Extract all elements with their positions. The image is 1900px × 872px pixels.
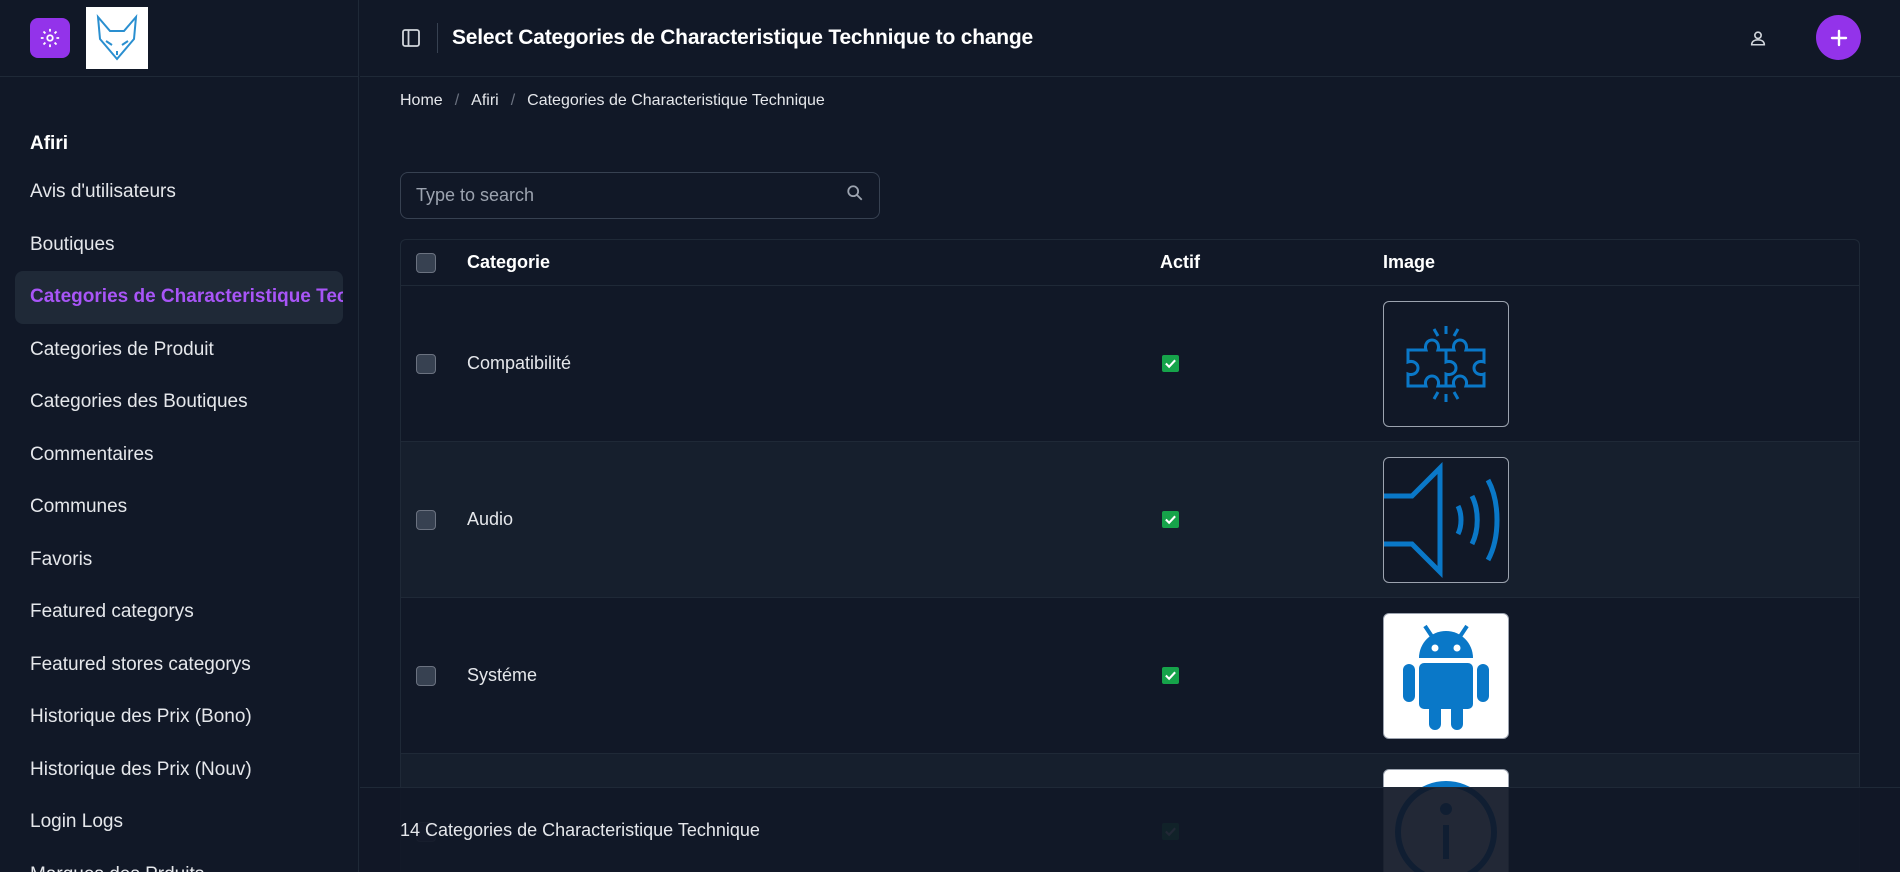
sidebar-item-categories-produit[interactable]: Categories de Produit	[15, 324, 343, 377]
android-icon	[1383, 612, 1509, 739]
breadcrumb-current: Categories de Characteristique Technique	[527, 92, 825, 109]
sidebar-item-marques[interactable]: Marques des Prduits	[15, 849, 343, 872]
table-row: Systéme	[401, 598, 1859, 754]
sidebar-item-categories-boutiques[interactable]: Categories des Boutiques	[15, 376, 343, 429]
sidebar-item-commentaires[interactable]: Commentaires	[15, 429, 343, 482]
search-icon[interactable]	[846, 184, 864, 207]
column-header-image[interactable]: Image	[1383, 252, 1859, 273]
search-box	[400, 172, 880, 219]
sidebar-item-communes[interactable]: Communes	[15, 481, 343, 534]
sidebar-toggle-icon[interactable]	[400, 27, 422, 49]
sidebar-item-categories-characteristique[interactable]: Categories de Characteristique Technique	[15, 271, 343, 324]
speaker-icon	[1383, 456, 1509, 583]
sidebar-item-historique-nouv[interactable]: Historique des Prix (Nouv)	[15, 744, 343, 797]
table-row: Audio	[401, 442, 1859, 598]
sidebar-item-featured-categorys[interactable]: Featured categorys	[15, 586, 343, 639]
result-count: 14 Categories de Characteristique Techni…	[400, 819, 760, 840]
gear-icon[interactable]	[30, 18, 70, 58]
results-footer: 14 Categories de Characteristique Techni…	[360, 787, 1900, 872]
breadcrumb: Home / Afiri / Categories de Characteris…	[400, 92, 825, 110]
sidebar-item-historique-bono[interactable]: Historique des Prix (Bono)	[15, 691, 343, 744]
sidebar-nav: Afiri Avis d'utilisateurs Boutiques Cate…	[0, 77, 358, 872]
column-header-categorie[interactable]: Categorie	[467, 252, 1160, 273]
page-title: Select Categories de Characteristique Te…	[452, 26, 1034, 49]
sidebar-item-avis[interactable]: Avis d'utilisateurs	[15, 166, 343, 219]
results-table: Categorie Actif Image Compatibilité Audi…	[400, 239, 1860, 872]
check-icon	[1162, 511, 1179, 528]
sidebar-item-favoris[interactable]: Favoris	[15, 534, 343, 587]
check-icon	[1162, 667, 1179, 684]
categorie-link[interactable]: Compatibilité	[467, 353, 1160, 374]
search-input[interactable]	[416, 185, 846, 206]
user-icon[interactable]	[1744, 24, 1772, 52]
plus-icon	[1830, 29, 1847, 46]
sidebar-item-boutiques[interactable]: Boutiques	[15, 219, 343, 272]
puzzle-icon	[1383, 300, 1509, 427]
add-button[interactable]	[1816, 15, 1861, 60]
fox-logo[interactable]	[86, 7, 148, 69]
sidebar: Afiri Avis d'utilisateurs Boutiques Cate…	[0, 0, 359, 872]
select-all-checkbox[interactable]	[416, 252, 436, 273]
categorie-link[interactable]: Audio	[467, 509, 1160, 530]
sidebar-header	[0, 0, 358, 77]
categorie-link[interactable]: Systéme	[467, 665, 1160, 686]
breadcrumb-home[interactable]: Home	[400, 92, 443, 110]
check-icon	[1162, 355, 1179, 372]
row-checkbox[interactable]	[416, 665, 436, 686]
top-bar: Select Categories de Characteristique Te…	[360, 0, 1900, 77]
row-checkbox[interactable]	[416, 353, 436, 374]
breadcrumb-afiri[interactable]: Afiri	[471, 92, 499, 110]
table-header: Categorie Actif Image	[401, 240, 1859, 286]
breadcrumb-separator: /	[510, 92, 516, 109]
sidebar-item-login-logs[interactable]: Login Logs	[15, 796, 343, 849]
breadcrumb-separator: /	[454, 92, 460, 109]
header-divider	[437, 23, 438, 53]
column-header-actif[interactable]: Actif	[1160, 252, 1383, 273]
row-checkbox[interactable]	[416, 509, 436, 530]
sidebar-group-title: Afiri	[30, 133, 68, 154]
sidebar-item-featured-stores[interactable]: Featured stores categorys	[15, 639, 343, 692]
table-row: Compatibilité	[401, 286, 1859, 442]
